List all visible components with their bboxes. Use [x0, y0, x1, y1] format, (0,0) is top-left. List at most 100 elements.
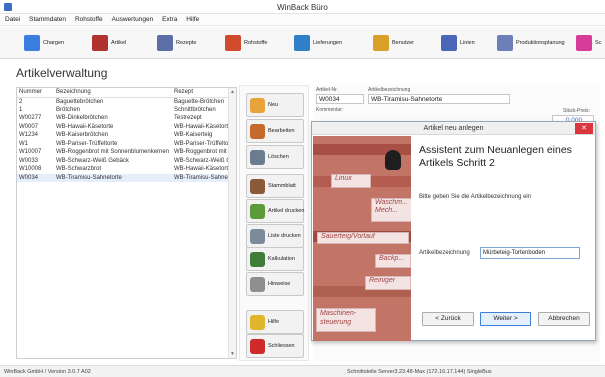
- dialog-close-icon[interactable]: ✕: [575, 123, 593, 134]
- artikel-icon: [92, 35, 108, 51]
- back-button[interactable]: < Zurück: [422, 312, 474, 326]
- artikel-nr-field[interactable]: W0034: [316, 94, 364, 104]
- window-title: WinBack Büro: [277, 3, 328, 12]
- toolbar-benutzer-button[interactable]: Benutzer: [373, 34, 414, 52]
- cell-nummer: W0034: [17, 173, 54, 182]
- toolbar-produktionsplanung-button[interactable]: Produktionsplanung: [497, 34, 565, 52]
- cell-rezept: WB-Kaiserteig: [174, 132, 213, 139]
- cell-nummer: W00277: [19, 115, 42, 122]
- table-row[interactable]: W10008 WB-Schwarzbrot WB-Hawaii-Käsetorte: [17, 165, 229, 174]
- cell-nummer: 2: [19, 98, 23, 105]
- cell-nummer: W10008: [19, 166, 42, 173]
- stueck-preis-label: Stück-Preis:: [563, 108, 590, 114]
- cancel-button[interactable]: Abbrechen: [538, 312, 590, 326]
- table-row[interactable]: W0007 WB-Hawaii-Käsetorte WB-Hawaii-Käseto…: [17, 123, 229, 132]
- wizard-prompt: Bitte geben Sie die Artikelbezeichnung e…: [419, 194, 532, 200]
- rezepte-icon: [157, 35, 173, 51]
- table-row[interactable]: 2 Baguettebrötchen Baguette-Brötchen: [17, 97, 229, 106]
- cell-bezeichnung: WB-Schwarzbrot: [56, 166, 102, 173]
- cell-rezept: Baguette-Brötchen: [174, 98, 225, 105]
- column-header-bezeichnung[interactable]: Bezeichnung: [54, 88, 172, 98]
- status-connection: Schnittstelle Server3.23.48-Max (172.16.…: [347, 369, 492, 375]
- table-row[interactable]: W1234 WB-Kaiserbrötchen WB-Kaiserteig: [17, 131, 229, 140]
- cell-rezept: WB-Hawaii-Käsetorte: [174, 166, 229, 173]
- image-card-label: Reiniger: [365, 276, 411, 290]
- artikelbezeichnung-field[interactable]: WB-Tiramisu-Sahnetorte: [368, 94, 510, 104]
- menu-rohstoffe[interactable]: Rohstoffe: [75, 14, 103, 26]
- tux-icon: [385, 150, 401, 170]
- calculator-icon: [250, 251, 265, 267]
- artikelbezeichnung-input[interactable]: Mürbeteig-Tortenboden: [480, 247, 580, 259]
- kommentar-label: Kommentar:: [316, 107, 344, 113]
- menu-bar: Datei Stammdaten Rohstoffe Auswertungen …: [0, 14, 605, 26]
- help-button[interactable]: Hilfe: [246, 310, 304, 334]
- menu-auswertungen[interactable]: Auswertungen: [112, 14, 154, 26]
- notes-icon: [250, 276, 265, 292]
- new-article-dialog: Artikel neu anlegen ✕ Linux Waschm... Me…: [311, 121, 596, 341]
- cell-rezept: WB-Tiramisu-Sahnetorte: [172, 173, 229, 182]
- toolbar-lieferungen-button[interactable]: Lieferungen: [294, 34, 342, 52]
- cell-bezeichnung: WB-Tiramisu-Sahnetorte: [54, 173, 172, 182]
- stammblatt-button[interactable]: Stammblatt: [246, 174, 304, 198]
- edit-button[interactable]: Bearbeiten: [246, 119, 304, 143]
- cell-bezeichnung: WB-Pariser-Trüffeltorte: [56, 140, 118, 147]
- delete-button[interactable]: Löschen: [246, 145, 304, 169]
- image-card-label: Linux: [331, 174, 371, 188]
- dialog-title: Artikel neu anlegen: [423, 125, 484, 132]
- table-row[interactable]: W00277 WB-Dinkelbrötchen Testrezept: [17, 114, 229, 123]
- column-header-nummer[interactable]: Nummer: [17, 88, 54, 98]
- cell-nummer: W1234: [19, 132, 39, 139]
- menu-hilfe[interactable]: Hilfe: [186, 14, 199, 26]
- cell-bezeichnung: WB-Kaiserbrötchen: [56, 132, 109, 139]
- wizard-heading: Assistent zum Neuanlegen eines Artikels …: [419, 144, 572, 169]
- menu-datei[interactable]: Datei: [5, 14, 20, 26]
- menu-extra[interactable]: Extra: [162, 14, 177, 26]
- next-button[interactable]: Weiter >: [480, 312, 531, 326]
- table-row[interactable]: W10007 WB-Roggenbrot mit Sonnenblumenkern…: [17, 148, 229, 157]
- table-row[interactable]: W1 WB-Pariser-Trüffeltorte WB-Pariser-Trüf…: [17, 140, 229, 149]
- artikel-nr-label: Artikel-Nr.: [316, 87, 338, 93]
- close-button[interactable]: Schliessen: [246, 334, 304, 358]
- notes-button[interactable]: Hinweise: [246, 272, 304, 296]
- cell-rezept: WB-Pariser-Trüffeltorte: [174, 140, 229, 147]
- cell-rezept: WB-Hawaii-Käsetorte: [174, 123, 229, 130]
- cell-nummer: W0007: [19, 123, 39, 130]
- scroll-up-icon[interactable]: ▲: [230, 89, 235, 95]
- new-button[interactable]: Neu: [246, 93, 304, 117]
- calculation-button[interactable]: Kalkulation: [246, 247, 304, 271]
- print-article-icon: [250, 203, 265, 219]
- cell-bezeichnung: WB-Dinkelbrötchen: [56, 115, 108, 122]
- cell-rezept: WB-Schwarz-Weiß Gebäck: [174, 157, 229, 164]
- close-icon: [250, 338, 265, 354]
- column-header-rezept[interactable]: Rezept: [172, 88, 229, 98]
- image-card-label: Waschm... Mech...: [371, 198, 411, 222]
- menu-stammdaten[interactable]: Stammdaten: [29, 14, 66, 26]
- benutzer-icon: [373, 35, 389, 51]
- toolbar-linien-button[interactable]: Linien: [441, 34, 475, 52]
- print-list-button[interactable]: Liste drucken: [246, 224, 304, 248]
- new-article-icon: [250, 97, 265, 113]
- toolbar-rezepte-button[interactable]: Rezepte: [157, 34, 197, 52]
- lieferungen-icon: [294, 35, 310, 51]
- scroll-down-icon[interactable]: ▼: [230, 351, 235, 357]
- table-row-selected[interactable]: W0034 WB-Tiramisu-Sahnetorte WB-Tiramisu-S…: [17, 173, 229, 182]
- action-button-panel: Neu Bearbeiten Löschen Stammblatt Artike…: [239, 85, 309, 361]
- title-bar: WinBack Büro: [0, 0, 605, 14]
- table-row[interactable]: W0033 WB-Schwarz-Weiß Gebäck WB-Schwarz-We…: [17, 157, 229, 166]
- article-list[interactable]: Nummer Bezeichnung Rezept 2 Baguettebrötc…: [16, 87, 237, 359]
- edit-icon: [250, 123, 265, 139]
- toolbar-rohstoffe-button[interactable]: Rohstoffe: [225, 34, 267, 52]
- help-icon: [250, 314, 265, 330]
- image-card-label: Maschinen-steuerung: [316, 308, 376, 332]
- toolbar-artikel-button[interactable]: Artikel: [92, 34, 126, 52]
- cell-bezeichnung: Baguettebrötchen: [56, 98, 104, 105]
- image-card-label: Backp...: [375, 254, 411, 268]
- table-row[interactable]: 1 Brötchen Schnittbrötchen: [17, 106, 229, 115]
- page-title: Artikelverwaltung: [16, 66, 108, 80]
- produktionsplanung-icon: [497, 35, 513, 51]
- list-scrollbar[interactable]: ▲ ▼: [228, 88, 236, 358]
- print-article-button[interactable]: Artikel drucken: [246, 199, 304, 223]
- toolbar-extra-button[interactable]: Sc: [576, 34, 601, 52]
- toolbar-chargen-button[interactable]: Chargen: [24, 34, 64, 52]
- image-card-label: Sauerteig/Vorlauf: [317, 232, 409, 244]
